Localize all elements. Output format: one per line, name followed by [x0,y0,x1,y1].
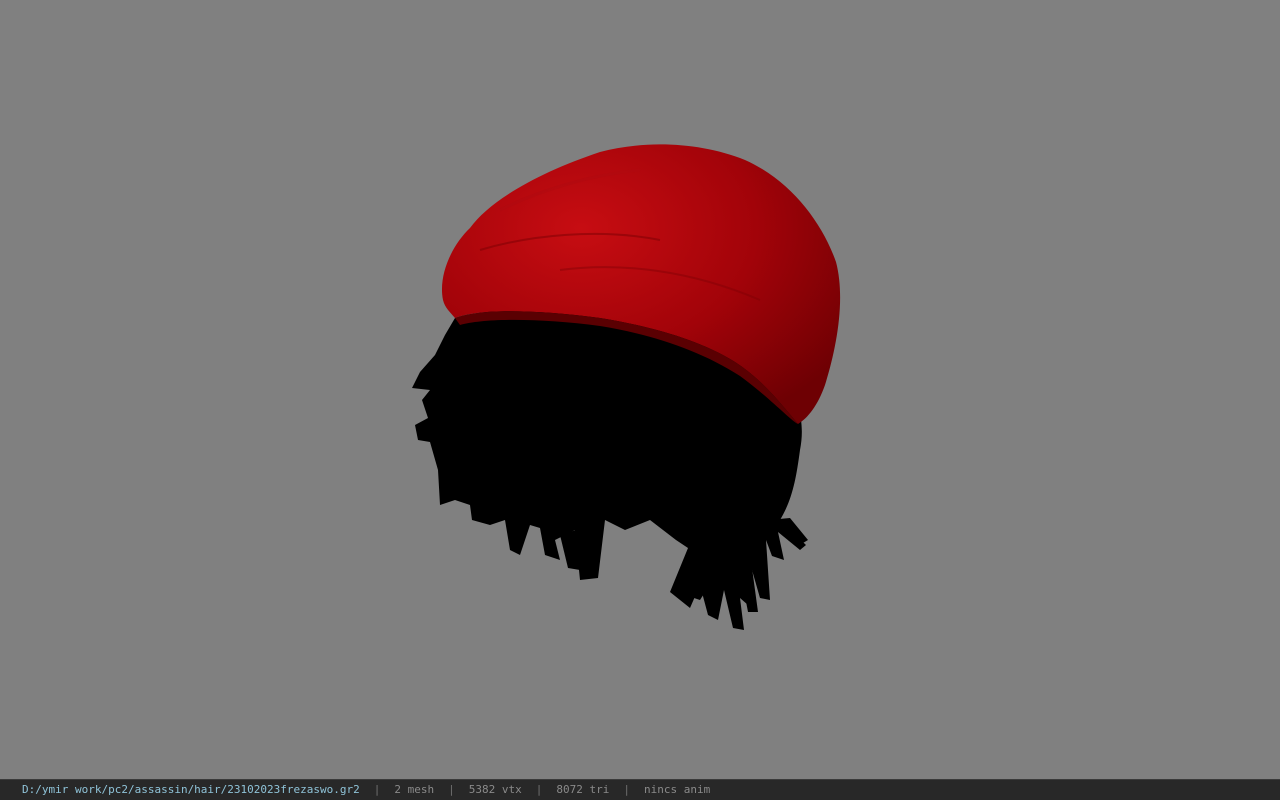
mesh-count-label: 2 mesh [394,783,435,796]
status-separator: | [535,783,543,796]
anim-status-label: nincs anim [643,783,711,796]
triangle-count-label: 8072 tri [556,783,610,796]
status-bar: D:/ymir work/pc2/assassin/hair/23102023f… [0,779,1280,800]
status-separator: | [373,783,381,796]
file-path-label: D:/ymir work/pc2/assassin/hair/23102023f… [22,783,360,796]
status-separator: | [623,783,630,796]
hair-model-render [412,144,841,630]
vertex-count-label: 5382 vtx [468,783,522,796]
status-separator: | [448,783,455,796]
3d-viewport[interactable] [0,0,1280,779]
